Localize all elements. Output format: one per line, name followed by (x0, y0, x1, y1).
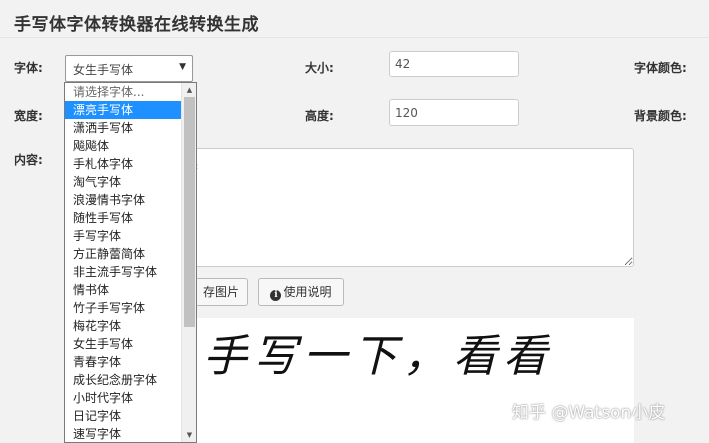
dropdown-arrow-icon: ▼ (179, 62, 186, 72)
dropdown-option[interactable]: 请选择字体... (65, 83, 196, 101)
dropdown-option[interactable]: 竹子手写字体 (65, 299, 196, 317)
dropdown-option[interactable]: 手札体字体 (65, 155, 196, 173)
size-input[interactable] (389, 51, 519, 77)
scroll-down-icon[interactable]: ▼ (182, 428, 196, 442)
handwriting-preview: 手写一下，看看 (165, 318, 634, 443)
font-dropdown-list[interactable]: 请选择字体... 漂亮手写体 潇洒手写体 飚飚体 手札体字体 淘气字体 浪漫情书字体 随性手写… (64, 82, 197, 443)
height-input[interactable] (389, 99, 519, 126)
title-divider (0, 37, 709, 38)
dropdown-option[interactable]: 淘气字体 (65, 173, 196, 191)
height-label: 高度: (305, 109, 334, 123)
dropdown-option[interactable]: 小时代字体 (65, 389, 196, 407)
preview-text: 手写一下，看看 (203, 331, 553, 382)
font-color-label: 字体颜色: (634, 61, 687, 75)
dropdown-option[interactable]: 方正静蕾简体 (65, 245, 196, 263)
page-title: 手写体字体转换器在线转换生成 (14, 15, 259, 35)
dropdown-option[interactable]: 日记字体 (65, 407, 196, 425)
dropdown-option[interactable]: 随性手写体 (65, 209, 196, 227)
scroll-up-icon[interactable]: ▲ (182, 83, 196, 97)
width-label: 宽度: (14, 109, 43, 123)
dropdown-option[interactable]: 浪漫情书字体 (65, 191, 196, 209)
font-select-value: 女生手写体 (73, 63, 134, 77)
dropdown-option[interactable]: 青春字体 (65, 353, 196, 371)
scrollbar-thumb[interactable] (184, 97, 195, 327)
dropdown-option[interactable]: 漂亮手写体 (65, 101, 196, 119)
dropdown-scrollbar[interactable]: ▲ ▼ (181, 83, 196, 442)
dropdown-option[interactable]: 非主流手写字体 (65, 263, 196, 281)
content-label: 内容: (14, 153, 43, 167)
font-label: 字体: (14, 61, 43, 75)
info-icon: i (270, 290, 282, 301)
font-select[interactable]: 女生手写体 ▼ (65, 55, 193, 82)
dropdown-option[interactable]: 情书体 (65, 281, 196, 299)
dropdown-option[interactable]: 潇洒手写体 (65, 119, 196, 137)
bg-color-label: 背景颜色: (634, 109, 687, 123)
size-label: 大小: (305, 61, 334, 75)
dropdown-option[interactable]: 手写字体 (65, 227, 196, 245)
dropdown-option[interactable]: 成长纪念册字体 (65, 371, 196, 389)
content-textarea[interactable] (165, 148, 634, 267)
dropdown-option[interactable]: 女生手写体 (65, 335, 196, 353)
dropdown-option[interactable]: 飚飚体 (65, 137, 196, 155)
watermark: 知乎 @Watson小皮 (512, 403, 666, 423)
usage-info-button[interactable]: i 使用说明 (258, 278, 344, 306)
dropdown-option[interactable]: 速写字体 (65, 425, 196, 442)
usage-info-label: 使用说明 (283, 285, 332, 299)
dropdown-option[interactable]: 梅花字体 (65, 317, 196, 335)
